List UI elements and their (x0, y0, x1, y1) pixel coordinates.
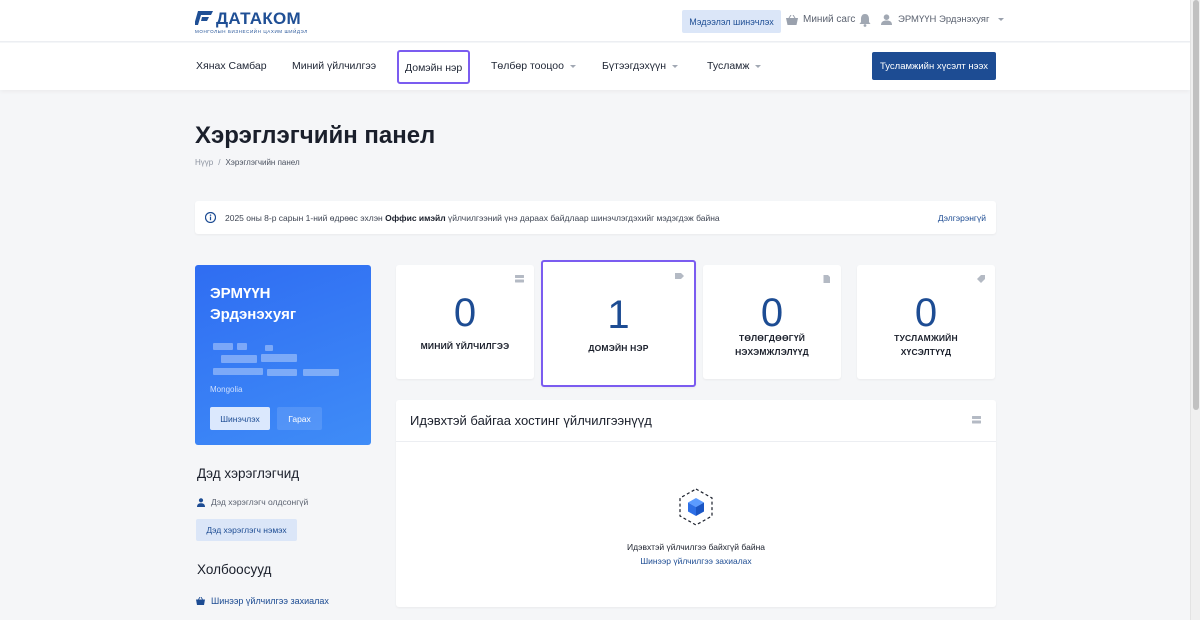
alert-text-bold: Оффис имэйл (385, 213, 446, 223)
stat-label-line2: ХҮСЭЛТҮҮД (900, 347, 952, 357)
nav-item-support[interactable]: Тусламж (707, 43, 762, 90)
datacom-logo[interactable]: ДАТАКОМ МОНГОЛЫН БИЗНЕСИЙН ЦАХИМ ШИЙДЭЛ (195, 8, 307, 36)
stat-tile-invoices[interactable]: 0 ТӨЛӨГДӨӨГҮЙ НЭХЭМЖЛЭЛҮҮД (703, 265, 841, 379)
stat-label: МИНИЙ ҮЙЛЧИЛГЭЭ (420, 341, 510, 351)
basket-icon (786, 14, 798, 25)
document-icon (823, 275, 830, 283)
chevron-down-icon (672, 64, 679, 68)
logo-mark-icon (195, 11, 213, 25)
stat-value: 1 (607, 293, 630, 337)
cart-label: Миний сагс (803, 14, 856, 25)
chevron-down-icon (569, 64, 576, 68)
subaccounts-title: Дэд хэрэглэгчид (197, 466, 300, 481)
basket-icon (196, 597, 205, 605)
nav-item-my-services[interactable]: Миний үйлчилгээ (292, 43, 376, 90)
breadcrumb-separator: / (218, 158, 221, 167)
breadcrumb: Нүүр / Хэрэглэгчийн панел (195, 158, 300, 167)
server-icon (972, 416, 981, 424)
user-icon (881, 14, 892, 25)
page-scrollbar[interactable] (1190, 0, 1200, 620)
stat-label: ДОМЭЙН НЭР (588, 343, 649, 353)
profile-last-name: Эрдэнэхуяг (210, 306, 297, 323)
breadcrumb-current: Хэрэглэгчийн панел (225, 158, 300, 167)
stat-label: ТУСЛАМЖИЙН ХҮСЭЛТҮҮД (857, 331, 995, 359)
subaccounts-empty-note: Дэд хэрэглэгч олдсонгүй (197, 497, 308, 507)
update-profile-button[interactable]: Мэдээлэл шинэчлэх (682, 10, 781, 33)
tag-icon (675, 273, 684, 279)
stat-label-line2: НЭХЭМЖЛЭЛҮҮД (735, 347, 809, 357)
empty-state-text: Идэвхтэй үйлчилгээ байхгүй байна (627, 542, 765, 552)
order-new-service-link[interactable]: Шинээр үйлчилгээ захиалах (396, 556, 996, 566)
add-subaccount-button[interactable]: Дэд хэрэглэгч нэмэх (196, 519, 297, 541)
cube-icon (679, 488, 713, 526)
nav-label: Бүтээгдэхүүн (602, 60, 667, 72)
order-service-link[interactable]: Шинээр үйлчилгээ захиалах (196, 596, 329, 606)
order-service-label: Шинээр үйлчилгээ захиалах (211, 596, 329, 606)
links-title: Холбоосууд (197, 562, 272, 577)
my-cart-link[interactable]: Миний сагс (786, 14, 855, 25)
nav-label: Тусламж (707, 60, 750, 72)
edit-profile-button[interactable]: Шинэчлэх (210, 407, 270, 430)
panel-title: Идэвхтэй байгаа хостинг үйлчилгээнүүд (410, 413, 652, 428)
logo-text: ДАТАКОМ (216, 9, 301, 28)
stat-label: ТӨЛӨГДӨӨГҮЙ НЭХЭМЖЛЭЛҮҮД (703, 331, 841, 359)
nav-label: Төлбөр тооцоо (491, 60, 564, 72)
logo-tagline: МОНГОЛЫН БИЗНЕСИЙН ЦАХИМ ШИЙДЭЛ (195, 29, 308, 34)
nav-item-billing[interactable]: Төлбөр тооцоо (491, 43, 576, 90)
scrollbar-thumb[interactable] (1193, 0, 1199, 410)
logout-button[interactable]: Гарах (277, 407, 322, 430)
user-menu[interactable]: ЭРМҮҮН Эрдэнэхуяг (881, 14, 1005, 25)
chevron-down-icon (755, 64, 762, 68)
stat-tile-tickets[interactable]: 0 ТУСЛАМЖИЙН ХҮСЭЛТҮҮД (857, 265, 995, 379)
top-bar: ДАТАКОМ МОНГОЛЫН БИЗНЕСИЙН ЦАХИМ ШИЙДЭЛ … (0, 0, 1190, 42)
profile-card: ЭРМҮҮН Эрдэнэхуяг Mongolia Шинэчлэх Гара… (195, 265, 371, 445)
stat-tile-services[interactable]: 0 МИНИЙ ҮЙЛЧИЛГЭЭ (396, 265, 534, 379)
chevron-down-icon (998, 18, 1005, 21)
ticket-icon (977, 275, 985, 283)
alert-details-link[interactable]: Дэлгэрэнгүй (938, 213, 986, 223)
alert-text-part: 2025 оны 8-р сарын 1-ний өдрөөс эхлэн (225, 213, 386, 223)
stat-value: 0 (914, 291, 938, 335)
stat-label-line1: ТУСЛАМЖИЙН (894, 333, 958, 343)
user-icon (197, 497, 205, 507)
stat-value: 0 (760, 291, 784, 335)
bell-icon[interactable] (859, 13, 871, 27)
server-icon (515, 275, 524, 283)
nav-label: Хянах Самбар (196, 60, 267, 72)
nav-label: Домэйн нэр (405, 62, 463, 74)
nav-item-domains[interactable]: Домэйн нэр (397, 50, 471, 84)
stat-tile-domains[interactable]: 1 ДОМЭЙН НЭР (541, 260, 696, 387)
nav-item-products[interactable]: Бүтээгдэхүүн (602, 43, 679, 90)
breadcrumb-home[interactable]: Нүүр (195, 158, 213, 167)
main-nav: Хянах Самбар Миний үйлчилгээ Домэйн нэр … (0, 43, 1190, 90)
panel-header: Идэвхтэй байгаа хостинг үйлчилгээнүүд (396, 400, 996, 442)
active-hosting-panel: Идэвхтэй байгаа хостинг үйлчилгээнүүд Ид… (396, 400, 996, 607)
subaccounts-empty-text: Дэд хэрэглэгч олдсонгүй (211, 497, 309, 507)
nav-item-dashboard[interactable]: Хянах Самбар (196, 43, 267, 90)
alert-text-part: үйлчилгээний үнэ дараах байдлаар шинэчлэ… (445, 213, 720, 223)
profile-name: ЭРМҮҮН Эрдэнэхуяг (210, 283, 296, 325)
announcement-alert: 2025 оны 8-р сарын 1-ний өдрөөс эхлэн Оф… (195, 201, 996, 234)
nav-label: Миний үйлчилгээ (292, 60, 377, 72)
stat-value: 0 (453, 291, 477, 335)
open-ticket-button[interactable]: Тусламжийн хүсэлт нээх (872, 52, 996, 80)
info-icon (205, 212, 216, 223)
profile-country: Mongolia (210, 385, 243, 394)
profile-first-name: ЭРМҮҮН (210, 285, 271, 302)
stat-label-line1: ТӨЛӨГДӨӨГҮЙ (738, 333, 806, 343)
user-name-label: ЭРМҮҮН Эрдэнэхуяг (898, 14, 990, 25)
alert-message: 2025 оны 8-р сарын 1-ний өдрөөс эхлэн Оф… (225, 213, 720, 223)
page-title: Хэрэглэгчийн панел (195, 122, 436, 149)
